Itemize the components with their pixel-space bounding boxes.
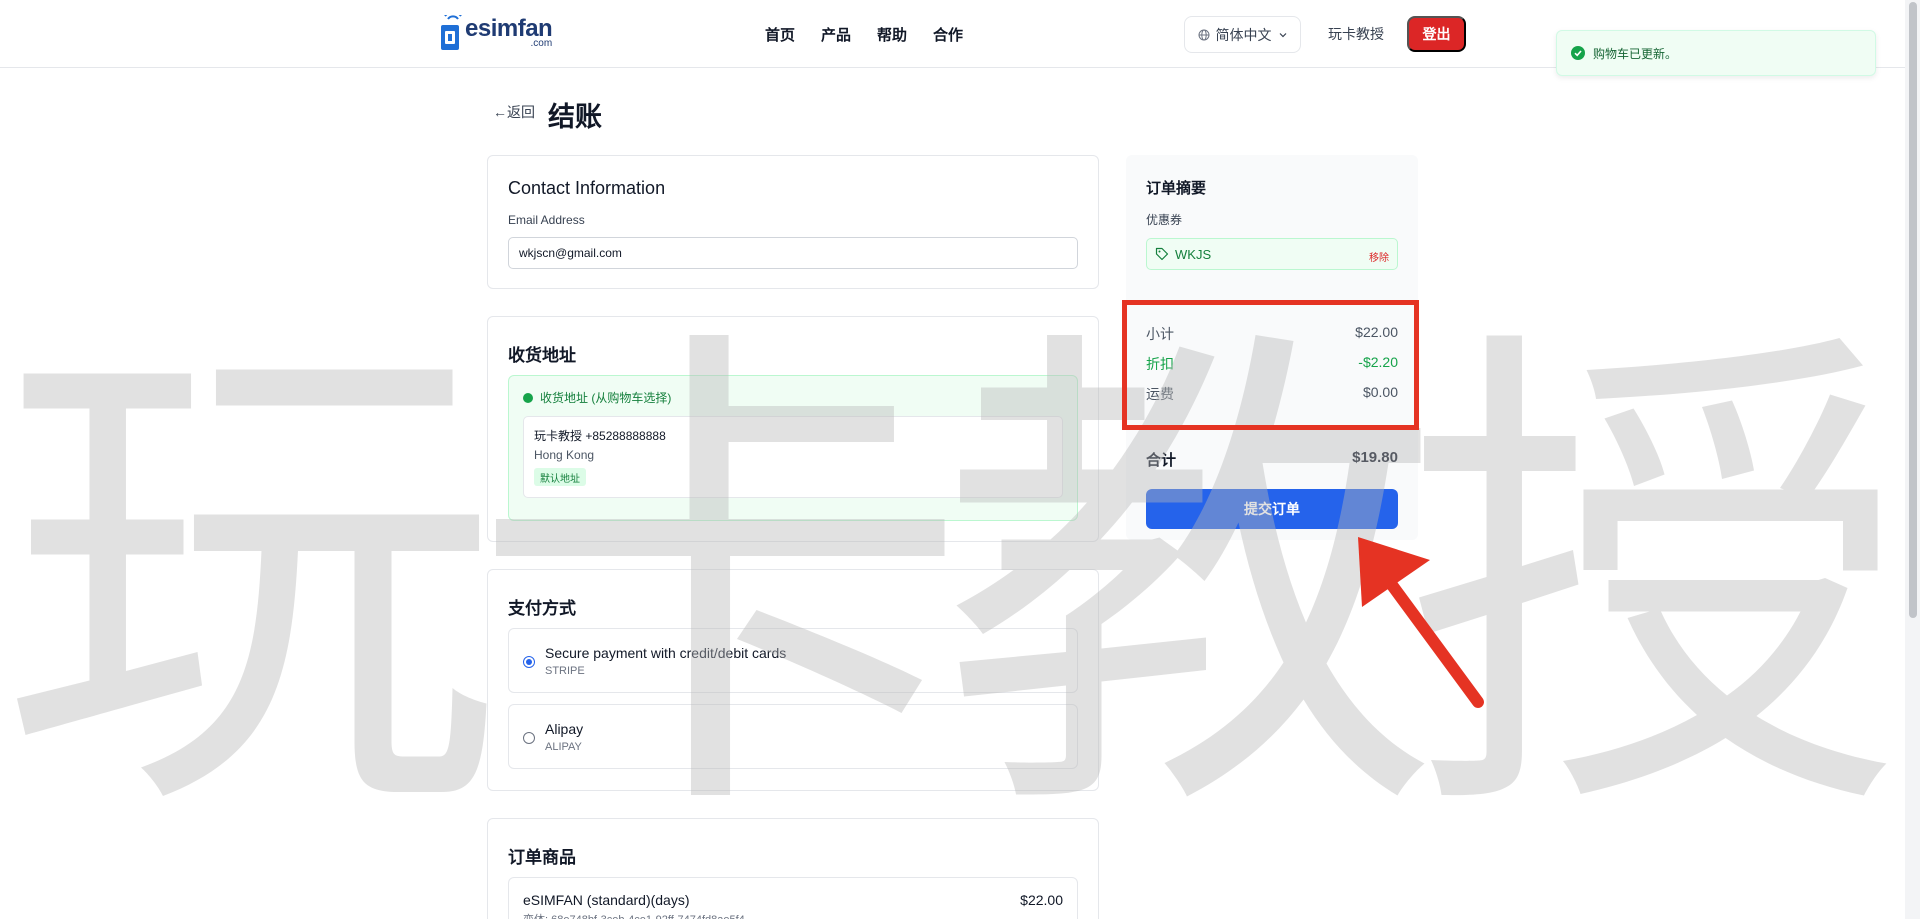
payment-option-name: Secure payment with credit/debit cards [545,645,787,661]
items-title: 订单商品 [508,848,576,867]
item-price: $22.00 [1020,892,1063,908]
subtotal-row: 小计 $22.00 [1146,324,1398,344]
list-item: eSIMFAN (standard)(days) $22.00 变体: 68e7… [508,877,1078,919]
order-items-card: 订单商品 eSIMFAN (standard)(days) $22.00 变体:… [487,818,1099,919]
main-nav: 首页 产品 帮助 合作 [765,24,963,45]
nav-help[interactable]: 帮助 [877,24,907,45]
language-label: 简体中文 [1215,26,1272,43]
remove-coupon-button[interactable]: 移除 [1369,249,1389,264]
item-name: eSIMFAN (standard)(days) [523,892,690,908]
page-scrollbar[interactable] [1905,0,1920,919]
default-address-badge: 默认地址 [534,468,586,486]
contact-information-card: Contact Information Email Address [487,155,1099,289]
chevron-down-icon [1279,32,1286,37]
applied-coupon: WKJS 移除 [1146,238,1398,270]
payment-option-stripe[interactable]: Secure payment with credit/debit cards S… [508,628,1078,693]
site-logo[interactable]: esimfan .com [440,15,553,51]
coupon-label: 优惠券 [1146,213,1183,227]
total-row: 合计 $19.80 [1146,449,1398,470]
status-dot-icon [523,392,533,403]
user-account-link[interactable]: 玩卡教授 [1328,24,1384,44]
total-value: $19.80 [1352,449,1398,466]
payment-option-alipay[interactable]: Alipay ALIPAY [508,704,1078,769]
email-field[interactable] [508,237,1078,269]
subtotal-value: $22.00 [1355,324,1398,340]
stripe-radio[interactable] [523,656,535,668]
globe-icon [1198,29,1209,40]
discount-label: 折扣 [1146,356,1174,372]
cart-updated-toast: 购物车已更新。 [1556,30,1876,76]
logo-domain: .com [530,38,553,49]
payment-option-code: ALIPAY [545,741,582,753]
watermark-char: 授 [1405,291,1905,873]
language-selector[interactable]: 简体中文 [1184,16,1301,53]
payment-title: 支付方式 [508,599,576,618]
shipping-value: $0.00 [1362,384,1398,400]
shipping-address-card: 收货地址 收货地址 (从购物车选择) 玩卡教授 +85288888888 Hon… [487,316,1099,542]
toast-message: 购物车已更新。 [1593,46,1678,61]
sim-card-logo-icon [441,15,462,50]
address-source-label: 收货地址 (从购物车选择) [540,391,672,405]
coupon-code: WKJS [1175,247,1212,262]
address-region: Hong Kong [534,448,595,462]
email-label: Email Address [508,213,585,227]
nav-home[interactable]: 首页 [765,24,795,45]
payment-option-code: STRIPE [545,665,585,677]
total-label: 合计 [1146,452,1177,469]
nav-products[interactable]: 产品 [821,24,851,45]
logout-button[interactable]: 登出 [1407,16,1466,52]
address-contact: 玩卡教授 +85288888888 [534,429,666,443]
summary-title: 订单摘要 [1146,180,1207,197]
selected-address[interactable]: 玩卡教授 +85288888888 Hong Kong 默认地址 [523,416,1063,498]
address-title: 收货地址 [508,346,576,365]
discount-value: -$2.20 [1358,354,1398,370]
page-title: 结账 [548,102,602,132]
address-selection-box: 收货地址 (从购物车选择) 玩卡教授 +85288888888 Hong Kon… [508,375,1078,521]
submit-order-button[interactable]: 提交订单 [1146,489,1398,529]
back-link[interactable]: ←返回 [493,102,535,122]
alipay-radio[interactable] [523,732,535,744]
annotation-arrow-icon [1358,537,1484,708]
watermark-char: 玩 [0,291,500,873]
payment-method-card: 支付方式 Secure payment with credit/debit ca… [487,569,1099,791]
payment-option-name: Alipay [545,721,584,737]
nav-partner[interactable]: 合作 [933,24,963,45]
shipping-row: 运费 $0.00 [1146,384,1398,404]
scrollbar-thumb[interactable] [1909,2,1917,618]
item-variant: 变体: 68e748bf-3ceb-4ce1-92ff-7474fd8ae5f4 [523,911,745,919]
subtotal-label: 小计 [1146,326,1174,342]
discount-row: 折扣 -$2.20 [1146,354,1398,374]
tag-icon [1155,247,1169,261]
address-source: 收货地址 (从购物车选择) [523,389,671,406]
check-circle-icon [1571,46,1585,60]
shipping-label: 运费 [1146,386,1174,402]
contact-title: Contact Information [508,178,666,198]
order-summary-panel: 订单摘要 优惠券 WKJS 移除 小计 $22.00 折扣 -$2.20 运费 … [1126,155,1418,540]
